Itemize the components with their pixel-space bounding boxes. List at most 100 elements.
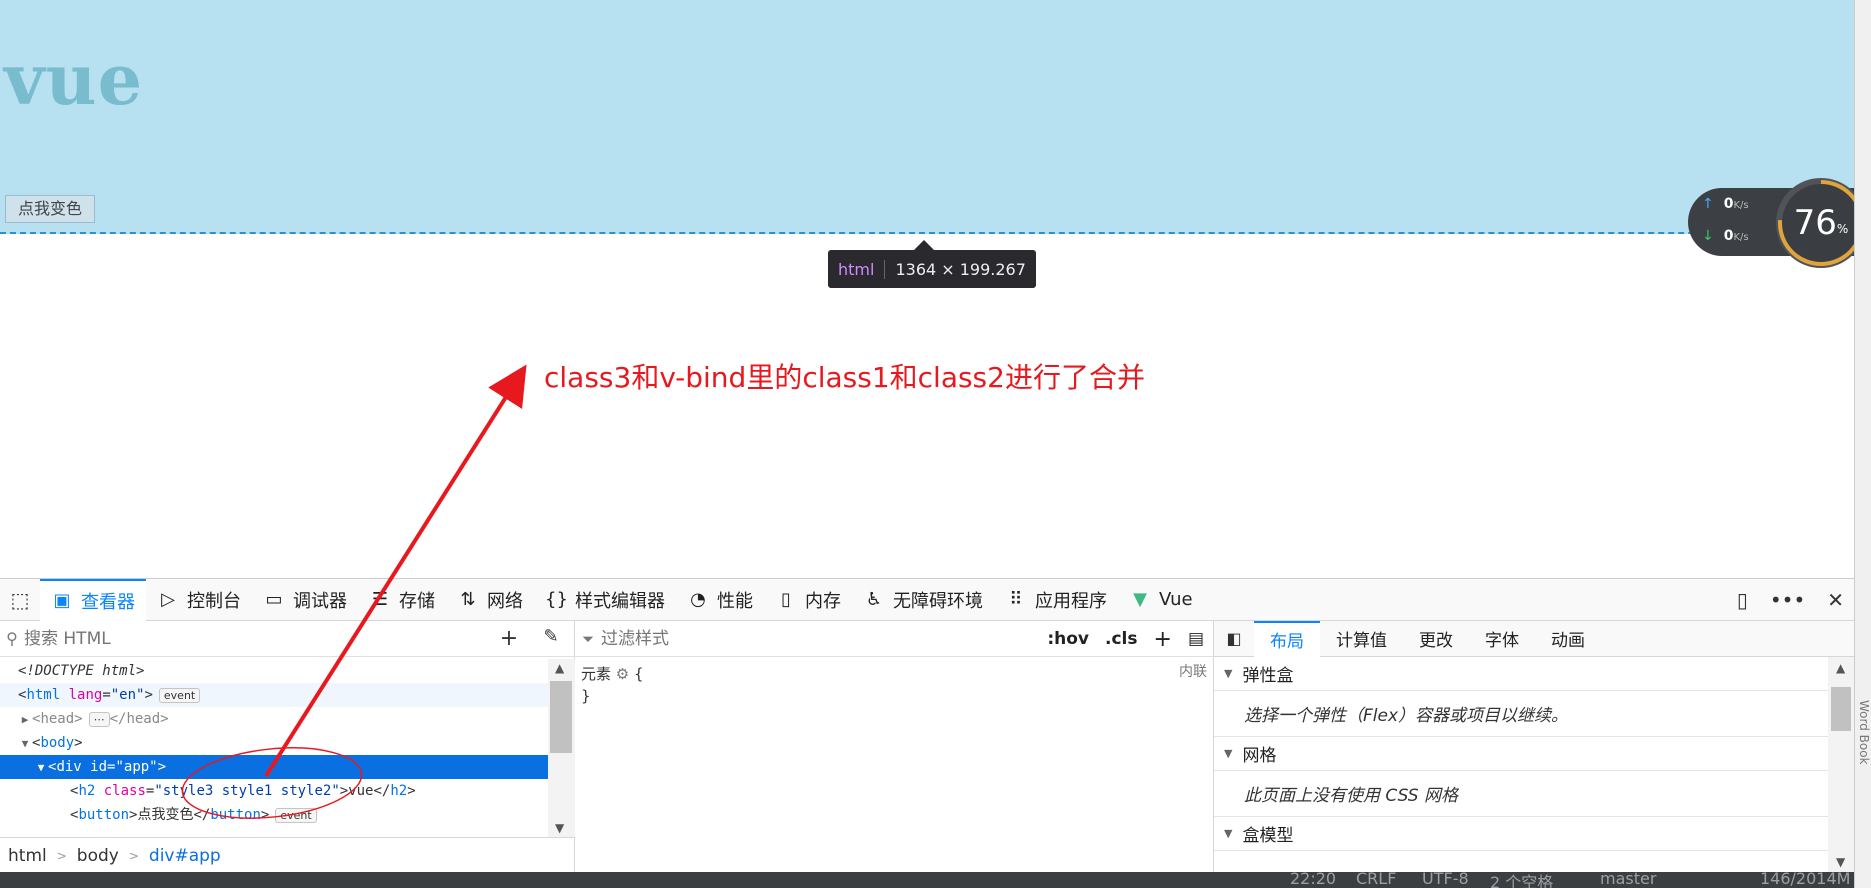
tab-console[interactable]: ▷ 控制台	[146, 579, 252, 621]
change-color-button[interactable]: 点我变色	[5, 195, 96, 223]
breadcrumb-item[interactable]: body	[77, 846, 119, 866]
node-text: 点我变色	[137, 807, 194, 823]
doctype-text: <!DOCTYPE html>	[18, 663, 145, 679]
class-toggle[interactable]: .cls	[1105, 629, 1137, 649]
scroll-down-icon[interactable]: ▼	[555, 821, 564, 835]
tab-label: 查看器	[81, 591, 135, 613]
filter-icon: ⏷	[581, 629, 594, 648]
event-badge[interactable]: event	[275, 808, 317, 823]
tab-vue[interactable]: ▼ Vue	[1118, 579, 1204, 621]
status-indent[interactable]: 2 个空格	[1490, 872, 1553, 888]
tag-name: h2	[390, 783, 408, 799]
side-tab-label[interactable]: Word Book	[1857, 700, 1871, 765]
dock-side-icon[interactable]: ▯	[1737, 588, 1748, 612]
status-memory[interactable]: 146/2014M	[1760, 872, 1850, 888]
inspector-icon: ▣	[53, 590, 71, 611]
status-line-ending[interactable]: CRLF	[1356, 872, 1396, 888]
tab-label: 存储	[399, 590, 435, 612]
tree-node-body[interactable]: ▼ <body>	[0, 731, 548, 755]
vue-logo-icon: ▼	[1133, 589, 1147, 610]
console-icon: ▷	[161, 589, 175, 610]
tab-label: 内存	[805, 590, 841, 612]
print-media-icon[interactable]: ▤	[1188, 629, 1204, 649]
tab-label: 性能	[717, 590, 753, 612]
eyedropper-icon[interactable]: ✎	[536, 626, 566, 652]
tab-performance[interactable]: ◔ 性能	[676, 579, 764, 621]
tab-style-editor[interactable]: {} 样式编辑器	[534, 579, 676, 621]
markup-search-bar: ⚲ + ✎	[0, 621, 575, 657]
tab-inspector[interactable]: ▣ 查看器	[40, 578, 146, 621]
tab-accessibility[interactable]: ♿ 无障碍环境	[852, 579, 994, 621]
tab-label: 调试器	[293, 590, 347, 612]
tag-name: body	[40, 735, 75, 751]
tab-debugger[interactable]: ▭ 调试器	[252, 579, 358, 621]
scroll-thumb[interactable]	[550, 681, 572, 753]
tooltip-tag: html	[838, 259, 886, 279]
tree-node-h2[interactable]: <h2 class="style3 style1 style2">vue</h2…	[0, 779, 548, 803]
tree-node-doctype[interactable]: <!DOCTYPE html>	[0, 659, 548, 683]
tab-memory[interactable]: ▯ 内存	[764, 579, 852, 621]
search-icon: ⚲	[6, 629, 18, 648]
layout-scrollbar[interactable]: ▲ ▼	[1828, 657, 1854, 873]
scroll-up-icon[interactable]: ▲	[555, 661, 564, 675]
tab-changes[interactable]: 更改	[1403, 621, 1469, 657]
breadcrumb-item-current[interactable]: div#app	[149, 846, 221, 866]
tab-layout[interactable]: 布局	[1254, 620, 1320, 657]
scroll-down-icon[interactable]: ▼	[1836, 855, 1845, 869]
markup-scrollbar[interactable]: ▲ ▼	[548, 659, 575, 837]
tab-label: 样式编辑器	[575, 590, 665, 612]
element-label: 元素	[581, 665, 612, 683]
flexbox-hint: 选择一个弹性（Flex）容器或项目以继续。	[1214, 691, 1828, 737]
status-encoding[interactable]: UTF-8	[1422, 872, 1469, 888]
tag-name: head	[40, 711, 75, 727]
collapsed-ellipsis-icon[interactable]: ⋯	[88, 712, 110, 727]
section-title: 网格	[1242, 746, 1277, 766]
tree-node-head[interactable]: ▶ <head> ⋯ </head>	[0, 707, 548, 731]
tag-name: button	[210, 807, 261, 823]
chevron-right-icon: >	[56, 848, 67, 863]
tag-name: button	[78, 807, 130, 823]
debugger-icon: ▭	[265, 589, 283, 610]
breadcrumb-item[interactable]: html	[8, 846, 47, 866]
markup-panel: ⚲ + ✎ <!DOCTYPE html> <html lang="en">ev…	[0, 621, 575, 873]
upload-speed: ↑ 0K/s	[1702, 196, 1749, 212]
more-options-icon[interactable]: •••	[1770, 588, 1805, 612]
scroll-thumb[interactable]	[1831, 687, 1851, 731]
toggle-sidebar-icon[interactable]: ◧	[1214, 629, 1254, 648]
rules-filter-bar: ⏷ :hov .cls + ▤	[575, 621, 1214, 657]
hover-state-toggle[interactable]: :hov	[1047, 629, 1089, 649]
collapse-arrow-icon[interactable]: ▼	[34, 756, 48, 780]
tree-node-html[interactable]: <html lang="en"> event	[0, 683, 548, 707]
memory-icon: ▯	[781, 589, 791, 610]
search-html-input[interactable]	[24, 628, 474, 649]
status-branch[interactable]: master	[1600, 872, 1656, 888]
collapse-arrow-icon[interactable]: ▼	[18, 732, 32, 756]
chevron-right-icon: >	[128, 848, 139, 863]
tab-label: 应用程序	[1035, 590, 1107, 612]
boxmodel-section-header[interactable]: ▼ 盒模型	[1214, 817, 1828, 851]
tab-computed[interactable]: 计算值	[1320, 621, 1403, 657]
expand-arrow-icon[interactable]: ▶	[18, 708, 32, 732]
tree-node-div-app[interactable]: ▼ <div id="app">	[0, 755, 548, 779]
tab-animations[interactable]: 动画	[1535, 621, 1601, 657]
close-icon[interactable]: ✕	[1827, 588, 1844, 612]
page-viewport: vue 点我变色 html 1364 × 199.267 class3和v-bi…	[0, 0, 1854, 578]
gear-icon[interactable]: ⚙	[616, 665, 629, 683]
filter-styles-input[interactable]	[601, 628, 901, 649]
upload-unit: K/s	[1733, 200, 1749, 211]
element-picker-icon[interactable]: ⬚	[0, 579, 40, 621]
tab-network[interactable]: ⇅ 网络	[446, 579, 534, 621]
tab-application[interactable]: ⠿ 应用程序	[994, 579, 1118, 621]
flexbox-section-header[interactable]: ▼ 弹性盒	[1214, 657, 1828, 691]
tree-node-button[interactable]: <button>点我变色</button> event	[0, 803, 548, 827]
grid-section-header[interactable]: ▼ 网格	[1214, 737, 1828, 771]
memory-gauge[interactable]: 76%	[1776, 178, 1866, 268]
scroll-up-icon[interactable]: ▲	[1836, 661, 1845, 675]
add-node-icon[interactable]: +	[494, 626, 524, 652]
event-badge[interactable]: event	[158, 688, 201, 703]
add-rule-icon[interactable]: +	[1154, 627, 1172, 652]
tab-fonts[interactable]: 字体	[1469, 621, 1535, 657]
upload-arrow-icon: ↑	[1702, 196, 1714, 212]
tab-storage[interactable]: ☰ 存储	[358, 579, 446, 621]
devtools-toolbar: ⬚ ▣ 查看器 ▷ 控制台 ▭ 调试器 ☰ 存储 ⇅ 网络 {} 样式编辑器 ◔ 性能 ▯ 内存…	[0, 578, 1854, 621]
